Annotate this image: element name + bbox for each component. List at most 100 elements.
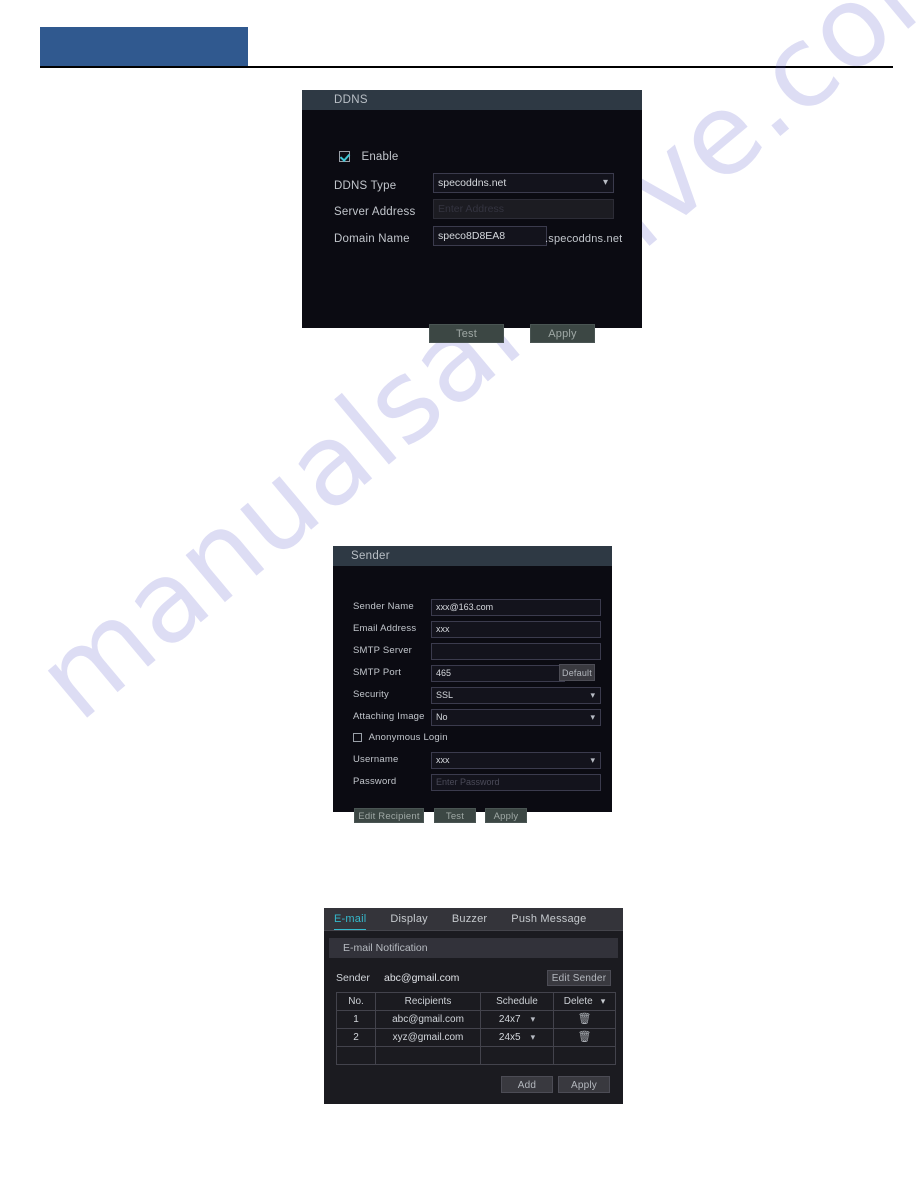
sender-name-value: xxx@163.com xyxy=(436,602,494,612)
attaching-image-label-text: Attaching Image xyxy=(353,711,425,722)
row-no: 1 xyxy=(336,1010,376,1029)
header-divider-rule xyxy=(40,66,893,68)
trash-icon[interactable]: 🗑 xyxy=(578,1014,592,1025)
username-value: xxx xyxy=(436,755,450,765)
security-label-text: Security xyxy=(353,689,389,700)
domain-name-value: speco8D8EA8 xyxy=(438,230,506,242)
security-label: Security xyxy=(353,689,389,700)
enable-label: Enable xyxy=(361,150,399,163)
ddns-type-label: DDNS Type xyxy=(334,176,396,194)
domain-suffix-text: .specoddns.net xyxy=(545,233,623,245)
tab-email[interactable]: E-mail xyxy=(334,913,367,930)
attaching-image-select[interactable]: No ▾ xyxy=(431,709,601,726)
chevron-down-icon: ▾ xyxy=(530,1014,536,1024)
notification-sender-label: Sender xyxy=(336,972,370,984)
notify-apply-button[interactable]: Apply xyxy=(558,1076,610,1093)
domain-name-label: Domain Name xyxy=(334,229,410,247)
ddns-apply-button[interactable]: Apply xyxy=(530,324,595,343)
tab-buzzer[interactable]: Buzzer xyxy=(452,913,487,925)
anonymous-login-checkbox[interactable] xyxy=(353,733,362,742)
col-no: No. xyxy=(336,992,376,1011)
col-delete: Delete ▾ xyxy=(553,992,616,1011)
ddns-type-select[interactable]: specoddns.net ▾ xyxy=(433,173,614,193)
smtp-port-value: 465 xyxy=(436,668,452,678)
server-address-label: Server Address xyxy=(334,202,415,220)
edit-recipient-button[interactable]: Edit Recipient xyxy=(354,808,424,823)
table-row-empty xyxy=(336,1046,616,1065)
domain-name-input[interactable]: speco8D8EA8 xyxy=(433,226,547,246)
password-placeholder: Enter Password xyxy=(436,777,500,787)
email-notification-dialog: E-mail Display Buzzer Push Message E-mai… xyxy=(324,908,623,1104)
row-schedule-value: 24x7 xyxy=(498,1014,521,1025)
username-label-text: Username xyxy=(353,754,399,765)
col-delete-label: Delete xyxy=(563,996,593,1007)
username-select[interactable]: xxx ▾ xyxy=(431,752,601,769)
email-address-input[interactable]: xxx xyxy=(431,621,601,638)
attaching-image-label: Attaching Image xyxy=(353,711,425,722)
email-address-label: Email Address xyxy=(353,623,416,634)
empty-cell xyxy=(480,1046,554,1065)
col-schedule: Schedule xyxy=(480,992,554,1011)
domain-suffix: .specoddns.net xyxy=(545,229,622,247)
add-button[interactable]: Add xyxy=(501,1076,553,1093)
chevron-down-icon: ▾ xyxy=(590,712,595,722)
recipients-table: No. Recipients Schedule Delete ▾ 1 abc@gm… xyxy=(336,992,616,1065)
row-recipient: abc@gmail.com xyxy=(375,1010,481,1029)
tab-push-message[interactable]: Push Message xyxy=(511,913,586,925)
empty-cell xyxy=(553,1046,616,1065)
empty-cell xyxy=(375,1046,481,1065)
empty-cell xyxy=(336,1046,376,1065)
security-value: SSL xyxy=(436,690,454,700)
row-schedule-value: 24x5 xyxy=(498,1032,521,1043)
col-recipients: Recipients xyxy=(375,992,481,1011)
email-notification-section-title: E-mail Notification xyxy=(329,938,618,958)
enable-checkbox[interactable] xyxy=(339,151,350,163)
ddns-type-label-text: DDNS Type xyxy=(334,180,397,192)
row-schedule-select[interactable]: 24x7 ▾ xyxy=(480,1010,554,1029)
table-row[interactable]: 2 xyz@gmail.com 24x5 ▾ 🗑 xyxy=(336,1028,616,1047)
table-header-row: No. Recipients Schedule Delete ▾ xyxy=(336,992,616,1011)
ddns-enable-row[interactable]: Enable xyxy=(339,148,398,166)
password-input[interactable]: Enter Password xyxy=(431,774,601,791)
sender-name-label-text: Sender Name xyxy=(353,601,414,612)
smtp-server-label-text: SMTP Server xyxy=(353,645,413,656)
sender-name-label: Sender Name xyxy=(353,601,414,612)
sender-dialog: Sender Sender Name xxx@163.com Email Add… xyxy=(333,546,612,823)
smtp-port-input[interactable]: 465 xyxy=(431,665,565,682)
table-row[interactable]: 1 abc@gmail.com 24x7 ▾ 🗑 xyxy=(336,1010,616,1029)
ddns-dialog: DDNS Enable DDNS Type specoddns.net ▾ Se… xyxy=(302,90,642,343)
smtp-port-default-button[interactable]: Default xyxy=(559,664,595,681)
password-label: Password xyxy=(353,776,396,787)
row-recipient: xyz@gmail.com xyxy=(375,1028,481,1047)
row-schedule-select[interactable]: 24x5 ▾ xyxy=(480,1028,554,1047)
trash-icon[interactable]: 🗑 xyxy=(578,1032,592,1043)
email-address-value: xxx xyxy=(436,624,450,634)
chevron-down-icon[interactable]: ▾ xyxy=(601,996,606,1006)
server-address-input[interactable]: Enter Address xyxy=(433,199,614,219)
smtp-server-input[interactable] xyxy=(431,643,601,660)
edit-sender-button[interactable]: Edit Sender xyxy=(547,970,611,986)
row-no: 2 xyxy=(336,1028,376,1047)
row-delete-cell[interactable]: 🗑 xyxy=(553,1028,616,1047)
chevron-down-icon: ▾ xyxy=(602,177,608,188)
notification-sender-value: abc@gmail.com xyxy=(384,972,460,984)
tab-display[interactable]: Display xyxy=(390,913,427,925)
security-select[interactable]: SSL ▾ xyxy=(431,687,601,704)
password-label-text: Password xyxy=(353,776,397,787)
sender-apply-button[interactable]: Apply xyxy=(485,808,527,823)
anonymous-login-row[interactable]: Anonymous Login xyxy=(353,732,448,743)
chevron-down-icon: ▾ xyxy=(590,755,595,765)
ddns-test-button[interactable]: Test xyxy=(429,324,504,343)
email-address-label-text: Email Address xyxy=(353,623,417,634)
sender-test-button[interactable]: Test xyxy=(434,808,476,823)
smtp-port-label: SMTP Port xyxy=(353,667,401,678)
server-address-placeholder: Enter Address xyxy=(438,203,504,215)
sender-name-input[interactable]: xxx@163.com xyxy=(431,599,601,616)
chevron-down-icon: ▾ xyxy=(530,1032,536,1042)
header-accent-block xyxy=(40,27,248,67)
sender-dialog-title: Sender xyxy=(333,546,612,566)
row-delete-cell[interactable]: 🗑 xyxy=(553,1010,616,1029)
smtp-port-label-text: SMTP Port xyxy=(353,667,402,678)
smtp-server-label: SMTP Server xyxy=(353,645,412,656)
page-header xyxy=(0,0,918,70)
